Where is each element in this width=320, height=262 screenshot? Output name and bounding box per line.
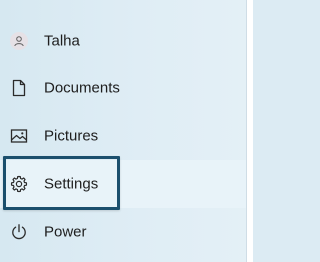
user-icon (9, 31, 29, 51)
power-label: Power (44, 223, 87, 241)
user-name-label: Talha (44, 32, 80, 50)
start-menu-user-button[interactable]: Talha (0, 17, 247, 65)
pictures-label: Pictures (44, 127, 99, 145)
start-menu-settings-button[interactable]: Settings (0, 160, 247, 208)
start-menu-documents-button[interactable]: Documents (0, 64, 247, 112)
documents-label: Documents (44, 79, 120, 97)
start-menu-left-rail: Talha Documents Pictures Settings Power (0, 0, 253, 262)
settings-label: Settings (44, 175, 99, 193)
start-menu-pictures-button[interactable]: Pictures (0, 112, 247, 160)
gear-icon (9, 174, 29, 194)
start-menu-power-button[interactable]: Power (0, 208, 247, 256)
pictures-icon (9, 126, 29, 146)
start-menu-divider (246, 0, 253, 262)
power-icon (9, 222, 29, 242)
document-icon (9, 78, 29, 98)
